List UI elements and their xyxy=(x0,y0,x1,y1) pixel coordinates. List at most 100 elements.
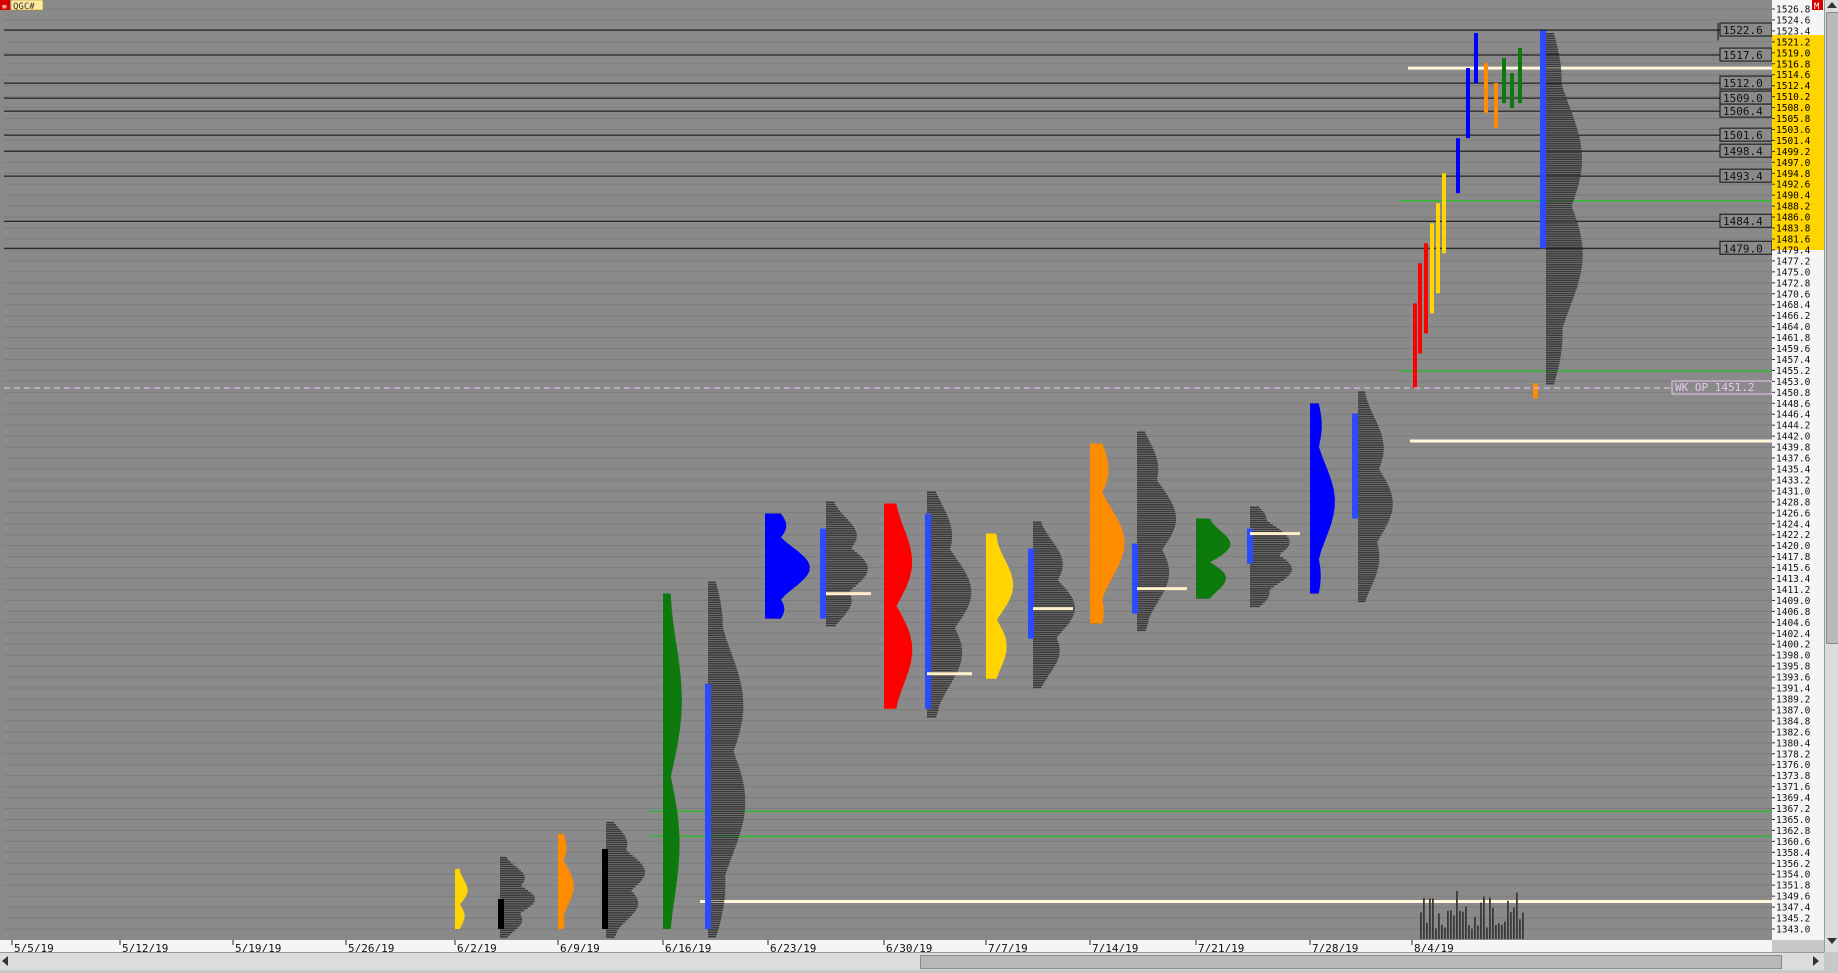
range-bar xyxy=(498,898,504,929)
volume-bar xyxy=(1033,642,1059,645)
volume-bar xyxy=(1546,176,1581,178)
volume-bar xyxy=(1358,486,1389,488)
volume-bar xyxy=(1358,457,1383,460)
horizontal-scrollbar[interactable] xyxy=(0,952,1824,970)
volume-bar xyxy=(708,605,722,608)
scroll-right-icon[interactable] xyxy=(1813,956,1819,966)
price-tick-label: 1503.6 xyxy=(1776,125,1811,136)
volume-bar xyxy=(708,935,717,938)
volume-bar xyxy=(1546,96,1567,99)
volume-bar xyxy=(1033,541,1054,543)
volume-bar xyxy=(1137,453,1156,456)
volume-bar xyxy=(1250,524,1273,526)
chart-canvas[interactable]: WK OP 1451.2 1522.61517.61512.01509.0150… xyxy=(0,0,1838,969)
scroll-left-icon[interactable] xyxy=(2,956,8,966)
vertical-scrollbar[interactable] xyxy=(1824,0,1838,952)
price-tick-label: 1501.4 xyxy=(1776,136,1811,147)
volume-bar xyxy=(1033,574,1061,576)
volume-bar xyxy=(1137,545,1165,548)
scroll-up-icon[interactable] xyxy=(1827,2,1837,8)
price-tick-label: 1398.0 xyxy=(1776,651,1811,662)
volume-bar xyxy=(927,649,963,652)
volume-bar xyxy=(1546,55,1560,57)
volume-bar xyxy=(927,605,968,608)
volume-bar xyxy=(1546,365,1559,367)
volume-bar xyxy=(927,500,941,502)
volume-bar xyxy=(606,912,634,914)
reference-label: 1506.4 xyxy=(1723,105,1763,118)
tpo-column xyxy=(1518,48,1522,104)
volume-bar xyxy=(1033,682,1044,684)
volume-bar xyxy=(708,806,746,808)
volume-bar xyxy=(1137,585,1167,588)
volume-bar xyxy=(606,929,618,932)
tpo-column xyxy=(1456,138,1460,194)
volume-bar xyxy=(1358,464,1381,466)
volume-bar xyxy=(708,861,730,863)
volume-bar xyxy=(1546,182,1579,185)
week-open-label-box: WK OP 1451.2 xyxy=(1671,380,1773,395)
volume-bar xyxy=(1137,462,1158,464)
volume-bar xyxy=(1033,539,1052,541)
price-tick-label: 1360.6 xyxy=(1776,837,1811,848)
volume-bar xyxy=(1358,468,1380,471)
vscroll-thumb[interactable] xyxy=(1826,12,1838,644)
scroll-down-icon[interactable] xyxy=(1827,938,1837,944)
volume-bar xyxy=(1358,525,1387,528)
volume-bar xyxy=(1358,505,1393,508)
volume-bar xyxy=(606,857,636,859)
volume-bar xyxy=(1033,552,1060,554)
volume-bar xyxy=(1498,923,1500,939)
volume-bar xyxy=(1546,103,1569,106)
volume-bar xyxy=(826,600,852,603)
volume-bar xyxy=(1033,673,1050,675)
volume-bar xyxy=(1358,552,1380,554)
volume-bar xyxy=(1423,897,1425,939)
volume-bar xyxy=(1358,395,1367,398)
volume-bar xyxy=(826,530,856,532)
volume-bar xyxy=(1546,299,1573,301)
volume-bar xyxy=(1546,92,1565,95)
volume-bar xyxy=(1358,472,1382,475)
price-tick-label: 1512.4 xyxy=(1776,81,1811,92)
price-tick-label: 1378.2 xyxy=(1776,749,1810,760)
price-tick-label: 1486.0 xyxy=(1776,213,1811,224)
volume-bar xyxy=(1250,539,1290,542)
volume-bar xyxy=(1546,259,1583,262)
volume-bar xyxy=(1250,563,1291,566)
volume-bar xyxy=(500,863,514,866)
volume-bar xyxy=(1250,548,1286,550)
volume-bar xyxy=(606,843,628,846)
volume-bar xyxy=(1546,371,1558,374)
volume-bar xyxy=(1250,596,1269,599)
volume-bar xyxy=(1546,132,1579,134)
volume-bar xyxy=(1358,501,1393,504)
volume-bar xyxy=(708,858,731,861)
volume-bar xyxy=(708,788,745,791)
symbol-badge[interactable]: ≡ QGC# xyxy=(0,0,44,12)
volume-bar xyxy=(927,656,962,659)
volume-bar xyxy=(1033,627,1065,629)
volume-bar xyxy=(826,618,842,620)
volume-bar xyxy=(1250,594,1270,597)
volume-bar xyxy=(1250,598,1267,601)
price-tick-label: 1435.4 xyxy=(1776,465,1811,476)
volume-bar xyxy=(1546,248,1583,251)
volume-bar xyxy=(708,718,743,720)
market-profile-chart[interactable]: WK OP 1451.2 1522.6 1517.6 1512.0 1509.0 150… xyxy=(0,0,1838,969)
poc-line xyxy=(826,592,871,596)
volume-bar xyxy=(1033,638,1057,640)
volume-bar xyxy=(927,621,959,623)
tpo-column xyxy=(1494,83,1498,129)
price-tick-label: 1431.0 xyxy=(1776,486,1811,497)
volume-bar xyxy=(708,669,738,672)
volume-bar xyxy=(1546,312,1568,315)
volume-bar xyxy=(606,898,638,901)
volume-bar xyxy=(708,850,735,852)
volume-bar xyxy=(1546,288,1577,290)
scroll-thumb[interactable] xyxy=(920,955,1782,969)
volume-bar xyxy=(1137,495,1168,497)
volume-bar xyxy=(500,883,523,885)
volume-bar xyxy=(826,521,851,523)
volume-bar xyxy=(500,896,535,899)
